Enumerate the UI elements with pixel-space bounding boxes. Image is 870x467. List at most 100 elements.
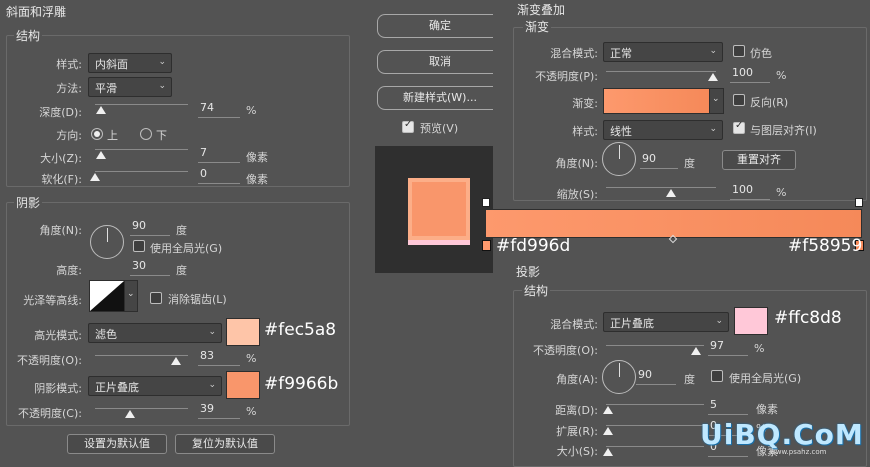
shading-altitude-input[interactable]: 30 [130, 259, 170, 276]
ds-distance-knob[interactable] [603, 406, 613, 414]
chevron-down-icon: ⌄ [158, 81, 166, 91]
go-scale-input[interactable]: 100 [730, 183, 770, 200]
go-dither-checkbox[interactable] [733, 45, 745, 57]
go-scale-label: 缩放(S): [556, 188, 598, 201]
bevel-structure-title: 结构 [14, 27, 43, 44]
go-reverse-checkbox[interactable] [733, 94, 745, 106]
watermark-url: www.psahz.com [770, 448, 827, 456]
bevel-size-knob[interactable] [96, 151, 106, 159]
color-stop-left[interactable] [482, 240, 491, 251]
direction-up-radio[interactable] [91, 128, 103, 140]
shading-angle-dial[interactable] [90, 225, 124, 259]
ds-distance-unit: 像素 [756, 403, 778, 416]
gradient-editor-bar[interactable] [485, 209, 862, 238]
highlight-color-swatch[interactable] [226, 318, 260, 346]
shadow-opacity-input[interactable]: 39 [198, 402, 240, 419]
gloss-contour-preview[interactable] [89, 280, 125, 312]
ds-distance-input[interactable]: 5 [708, 398, 748, 415]
shading-altitude-unit: 度 [176, 264, 187, 277]
go-scale-knob[interactable] [666, 189, 676, 197]
antialias-label: 消除锯齿(L) [168, 293, 227, 306]
go-opacity-label: 不透明度(P): [535, 70, 598, 83]
go-reset-align-button[interactable]: 重置对齐 [722, 150, 796, 170]
make-default-button[interactable]: 设置为默认值 [67, 434, 167, 454]
ds-global-light-checkbox[interactable] [711, 370, 723, 382]
ds-size-knob[interactable] [603, 448, 613, 456]
bevel-soften-input[interactable]: 0 [198, 167, 240, 184]
opacity-stop-left[interactable] [482, 198, 490, 207]
bevel-size-slider[interactable] [95, 149, 188, 150]
cancel-button[interactable]: 取消 [377, 50, 503, 74]
ds-opacity-slider[interactable] [606, 345, 704, 346]
go-style-select[interactable]: 线性 ⌄ [603, 120, 723, 140]
new-style-button[interactable]: 新建样式(W)... [377, 86, 503, 110]
shadow-opacity-unit: % [246, 405, 257, 418]
shadow-opacity-knob[interactable] [125, 410, 135, 418]
go-align-checkbox[interactable] [733, 120, 745, 134]
highlight-opacity-input[interactable]: 83 [198, 349, 240, 366]
go-gradient-dropdown[interactable]: ⌄ [709, 88, 724, 114]
ds-angle-dial[interactable] [602, 360, 636, 394]
ds-opacity-label: 不透明度(O): [533, 344, 598, 357]
bevel-style-select[interactable]: 内斜面 ⌄ [88, 53, 172, 73]
bevel-size-label: 大小(Z): [40, 152, 82, 165]
ds-angle-label: 角度(A): [556, 373, 598, 386]
go-angle-input[interactable]: 90 [640, 152, 678, 169]
bevel-soften-slider[interactable] [95, 171, 188, 172]
ds-distance-slider[interactable] [606, 404, 704, 405]
angle-dial-needle [107, 228, 108, 242]
shadow-color-swatch[interactable] [226, 371, 260, 399]
shading-section-title: 阴影 [14, 194, 43, 211]
shading-global-light-checkbox[interactable] [133, 240, 145, 252]
highlight-opacity-knob[interactable] [171, 357, 181, 365]
preview-checkbox[interactable] [402, 119, 414, 133]
shadow-opacity-slider[interactable] [95, 408, 188, 409]
bevel-size-input[interactable]: 7 [198, 146, 240, 163]
bevel-depth-label: 深度(D): [39, 106, 82, 119]
gloss-contour-label: 光泽等高线: [23, 294, 82, 307]
shading-angle-input[interactable]: 90 [130, 219, 170, 236]
go-style-value: 线性 [610, 125, 632, 138]
direction-down-radio[interactable] [140, 128, 152, 140]
direction-up-label: 上 [107, 129, 118, 142]
ds-angle-input[interactable]: 90 [636, 368, 676, 385]
bevel-soften-unit: 像素 [246, 173, 268, 186]
shadow-mode-select[interactable]: 正片叠底 ⌄ [88, 376, 222, 396]
opacity-stop-right[interactable] [855, 198, 863, 207]
reset-default-button[interactable]: 复位为默认值 [175, 434, 275, 454]
go-opacity-input[interactable]: 100 [730, 66, 770, 83]
bevel-technique-select[interactable]: 平滑 ⌄ [88, 77, 172, 97]
ds-size-slider[interactable] [606, 446, 704, 447]
ds-blend-select[interactable]: 正片叠底 ⌄ [603, 312, 729, 332]
gloss-contour-dropdown[interactable]: ⌄ [124, 280, 138, 312]
antialias-checkbox[interactable] [150, 292, 162, 304]
go-angle-dial[interactable] [602, 142, 636, 176]
shadow-mode-value: 正片叠底 [95, 381, 139, 394]
ds-spread-slider[interactable] [606, 425, 704, 426]
go-blend-select[interactable]: 正常 ⌄ [603, 42, 723, 62]
go-gradient-preview[interactable] [603, 88, 711, 114]
watermark-logo: UiBQ.CoM [700, 418, 864, 451]
go-scale-slider[interactable] [606, 187, 716, 188]
gradient-overlay-header: 渐变叠加 [515, 1, 568, 18]
bevel-soften-knob[interactable] [90, 173, 100, 181]
go-align-label: 与图层对齐(I) [750, 124, 817, 137]
ds-opacity-knob[interactable] [691, 347, 701, 355]
ds-color-swatch[interactable] [734, 307, 768, 335]
go-opacity-knob[interactable] [708, 73, 718, 81]
bevel-direction-label: 方向: [56, 129, 82, 142]
shadow-hex-label: #f9966b [264, 374, 339, 394]
ok-button[interactable]: 确定 [377, 14, 503, 38]
go-style-label: 样式: [572, 125, 598, 138]
highlight-mode-select[interactable]: 滤色 ⌄ [88, 323, 222, 343]
ds-opacity-input[interactable]: 97 [708, 339, 748, 356]
bevel-depth-input[interactable]: 74 [198, 101, 240, 118]
go-opacity-slider[interactable] [606, 71, 716, 72]
go-angle-unit: 度 [684, 157, 695, 170]
highlight-opacity-slider[interactable] [95, 355, 188, 356]
bevel-depth-knob[interactable] [96, 106, 106, 114]
go-gradient-label: 渐变: [572, 97, 598, 110]
shadow-mode-label: 阴影模式: [34, 382, 82, 395]
bevel-depth-slider[interactable] [95, 104, 188, 105]
ds-spread-knob[interactable] [603, 427, 613, 435]
